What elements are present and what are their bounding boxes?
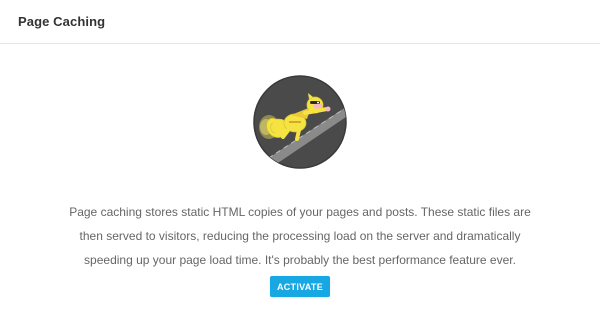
activate-button[interactable]: ACTIVATE bbox=[270, 276, 330, 297]
panel-header: Page Caching bbox=[0, 0, 600, 44]
feature-description: Page caching stores static HTML copies o… bbox=[69, 205, 531, 267]
superhero-squirrel-icon bbox=[253, 75, 347, 169]
page-caching-panel: Page Caching Page caching stores static … bbox=[0, 0, 600, 316]
panel-title: Page Caching bbox=[18, 14, 106, 29]
